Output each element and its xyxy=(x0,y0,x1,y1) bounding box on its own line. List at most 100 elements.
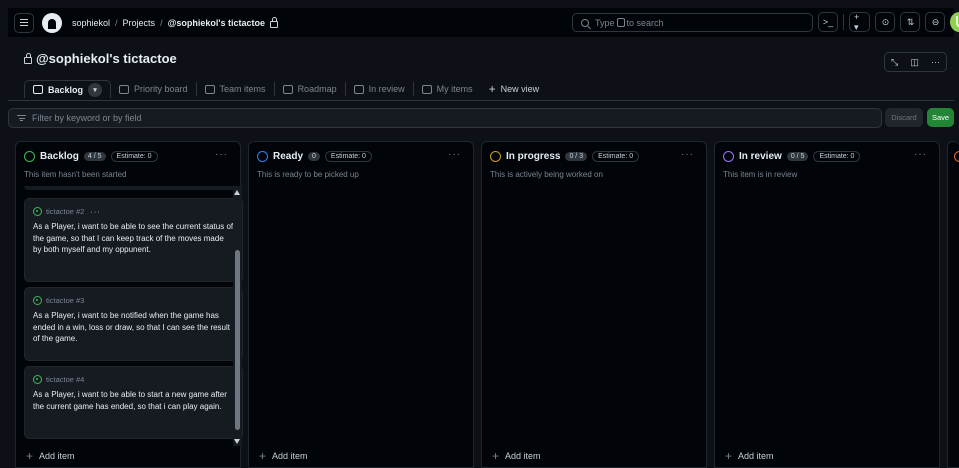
board-icon xyxy=(119,84,130,94)
column-description: This is actively being worked on xyxy=(490,170,603,179)
top-header: sophiekol / Projects / @sophiekol's tict… xyxy=(8,8,959,37)
plus-icon: + xyxy=(492,449,500,463)
scroll-down-arrow-icon[interactable] xyxy=(234,439,240,444)
board-column-partial xyxy=(947,141,959,468)
column-title: Backlog xyxy=(40,151,79,162)
tab-team-items[interactable]: Team items xyxy=(197,80,274,98)
tab-new-view[interactable]: + New view xyxy=(481,80,548,98)
lock-icon xyxy=(24,52,32,64)
status-circle-icon xyxy=(24,151,35,162)
save-button[interactable]: Save xyxy=(927,108,954,127)
project-title-text: @sophiekol's tictactoe xyxy=(36,51,177,66)
column-more-icon[interactable]: ··· xyxy=(215,149,228,160)
tab-my-items[interactable]: My items xyxy=(414,80,481,98)
scrollbar[interactable] xyxy=(233,188,242,446)
view-tabs: Backlog ▾ Priority board Team items Road… xyxy=(24,80,547,98)
column-description: This is ready to be picked up xyxy=(257,170,359,179)
tab-label: My items xyxy=(436,84,473,94)
card-item[interactable]: tictactoe #3 As a Player, i want to be n… xyxy=(24,287,243,361)
card-title[interactable]: As a Player, i want to be able to start … xyxy=(33,389,234,412)
card-reference[interactable]: tictactoe #4 xyxy=(46,375,84,384)
card-title[interactable]: As a Player, i want to be able to see th… xyxy=(33,221,234,256)
add-item-label: Add item xyxy=(272,451,308,461)
insights-icon[interactable]: ⤡ xyxy=(891,57,898,68)
table-icon xyxy=(204,84,215,94)
card-reference[interactable]: tictactoe #2 xyxy=(46,207,84,216)
issues-button[interactable]: ⊙ xyxy=(875,12,896,32)
estimate-badge: Estimate: 0 xyxy=(110,151,158,162)
breadcrumb-project[interactable]: @sophiekol's tictactoe xyxy=(168,18,265,28)
plus-icon: + xyxy=(488,82,496,96)
plus-icon: + xyxy=(725,449,733,463)
estimate-badge: Estimate: 0 xyxy=(813,151,861,162)
plus-icon: + xyxy=(26,449,34,463)
search-placeholder-post: to search xyxy=(626,17,664,28)
status-circle-icon xyxy=(490,151,501,162)
item-count-badge: 4 / 5 xyxy=(83,152,106,161)
tab-label: In review xyxy=(368,84,405,94)
breadcrumb-projects[interactable]: Projects xyxy=(123,18,156,28)
breadcrumb-user[interactable]: sophiekol xyxy=(72,18,110,28)
board-column-in-review: In review 0 / 5 Estimate: 0 ··· This ite… xyxy=(714,141,940,468)
issue-opened-icon: ⊙ xyxy=(881,16,890,27)
add-item-button[interactable]: + Add item xyxy=(26,449,75,463)
card-title[interactable]: As a Player, i want to be notified when … xyxy=(33,310,234,345)
column-more-icon[interactable]: ··· xyxy=(914,149,927,160)
more-options-icon[interactable]: ··· xyxy=(931,57,940,67)
board-column-backlog: Backlog 4 / 5 Estimate: 0 ··· This item … xyxy=(15,141,243,468)
column-more-icon[interactable]: ··· xyxy=(448,149,461,160)
avatar[interactable] xyxy=(950,12,959,32)
status-circle-icon xyxy=(723,151,734,162)
column-more-icon[interactable]: ··· xyxy=(681,149,694,160)
pull-requests-button[interactable]: ⇅ xyxy=(900,12,921,32)
tab-priority-board[interactable]: Priority board xyxy=(111,80,196,98)
issue-open-icon xyxy=(33,375,42,384)
table-icon xyxy=(353,84,364,94)
layout-icon[interactable]: ◫ xyxy=(910,57,919,68)
board-icon xyxy=(33,85,43,94)
add-item-button[interactable]: + Add item xyxy=(492,449,541,463)
hamburger-menu-icon[interactable] xyxy=(14,12,34,33)
page-title: @sophiekol's tictactoe xyxy=(24,51,177,66)
inbox-button[interactable]: ⊖ xyxy=(925,12,946,32)
search-icon xyxy=(581,18,589,27)
column-title: In progress xyxy=(506,151,561,162)
breadcrumb-separator: / xyxy=(115,17,118,28)
create-new-button[interactable]: + ▾ xyxy=(848,12,871,32)
chevron-down-icon[interactable]: ▾ xyxy=(88,82,103,97)
list-item[interactable] xyxy=(24,186,243,190)
add-item-label: Add item xyxy=(738,451,774,461)
tab-underline xyxy=(8,100,954,101)
estimate-badge: Estimate: 0 xyxy=(592,151,640,162)
tab-in-review[interactable]: In review xyxy=(346,80,413,98)
roadmap-icon xyxy=(282,84,293,94)
github-logo-icon[interactable] xyxy=(42,12,62,33)
breadcrumb-separator: / xyxy=(160,17,163,28)
issue-open-icon xyxy=(33,296,42,305)
project-actions: ⤡ ◫ ··· xyxy=(884,52,947,72)
add-item-button[interactable]: + Add item xyxy=(725,449,774,463)
discard-button[interactable]: Discard xyxy=(885,108,923,127)
add-item-label: Add item xyxy=(39,451,75,461)
tab-backlog[interactable]: Backlog ▾ xyxy=(24,80,112,98)
card-reference[interactable]: tictactoe #3 xyxy=(46,296,84,305)
add-item-button[interactable]: + Add item xyxy=(259,449,308,463)
command-palette-button[interactable]: >_ xyxy=(818,12,838,32)
column-title: In review xyxy=(739,151,782,162)
scroll-up-arrow-icon[interactable] xyxy=(234,190,240,195)
board-column-ready: Ready 0 Estimate: 0 ··· This is ready to… xyxy=(248,141,474,468)
card-item[interactable]: tictactoe #2 ··· As a Player, i want to … xyxy=(24,198,243,282)
filter-placeholder: Filter by keyword or by field xyxy=(32,113,142,123)
lock-icon xyxy=(270,16,279,28)
tab-roadmap[interactable]: Roadmap xyxy=(275,80,345,98)
search-input[interactable]: Type to search xyxy=(572,13,813,32)
tab-label: Team items xyxy=(219,84,266,94)
filter-input[interactable]: Filter by keyword or by field xyxy=(8,108,882,128)
card-item[interactable]: tictactoe #4 As a Player, i want to be a… xyxy=(24,366,243,439)
item-count-badge: 0 / 3 xyxy=(565,152,588,161)
scroll-thumb[interactable] xyxy=(235,250,240,430)
tab-label: Backlog xyxy=(48,84,84,95)
estimate-badge: Estimate: 0 xyxy=(324,151,372,162)
plus-icon: + xyxy=(259,449,267,463)
card-more-icon[interactable]: ··· xyxy=(90,207,101,216)
